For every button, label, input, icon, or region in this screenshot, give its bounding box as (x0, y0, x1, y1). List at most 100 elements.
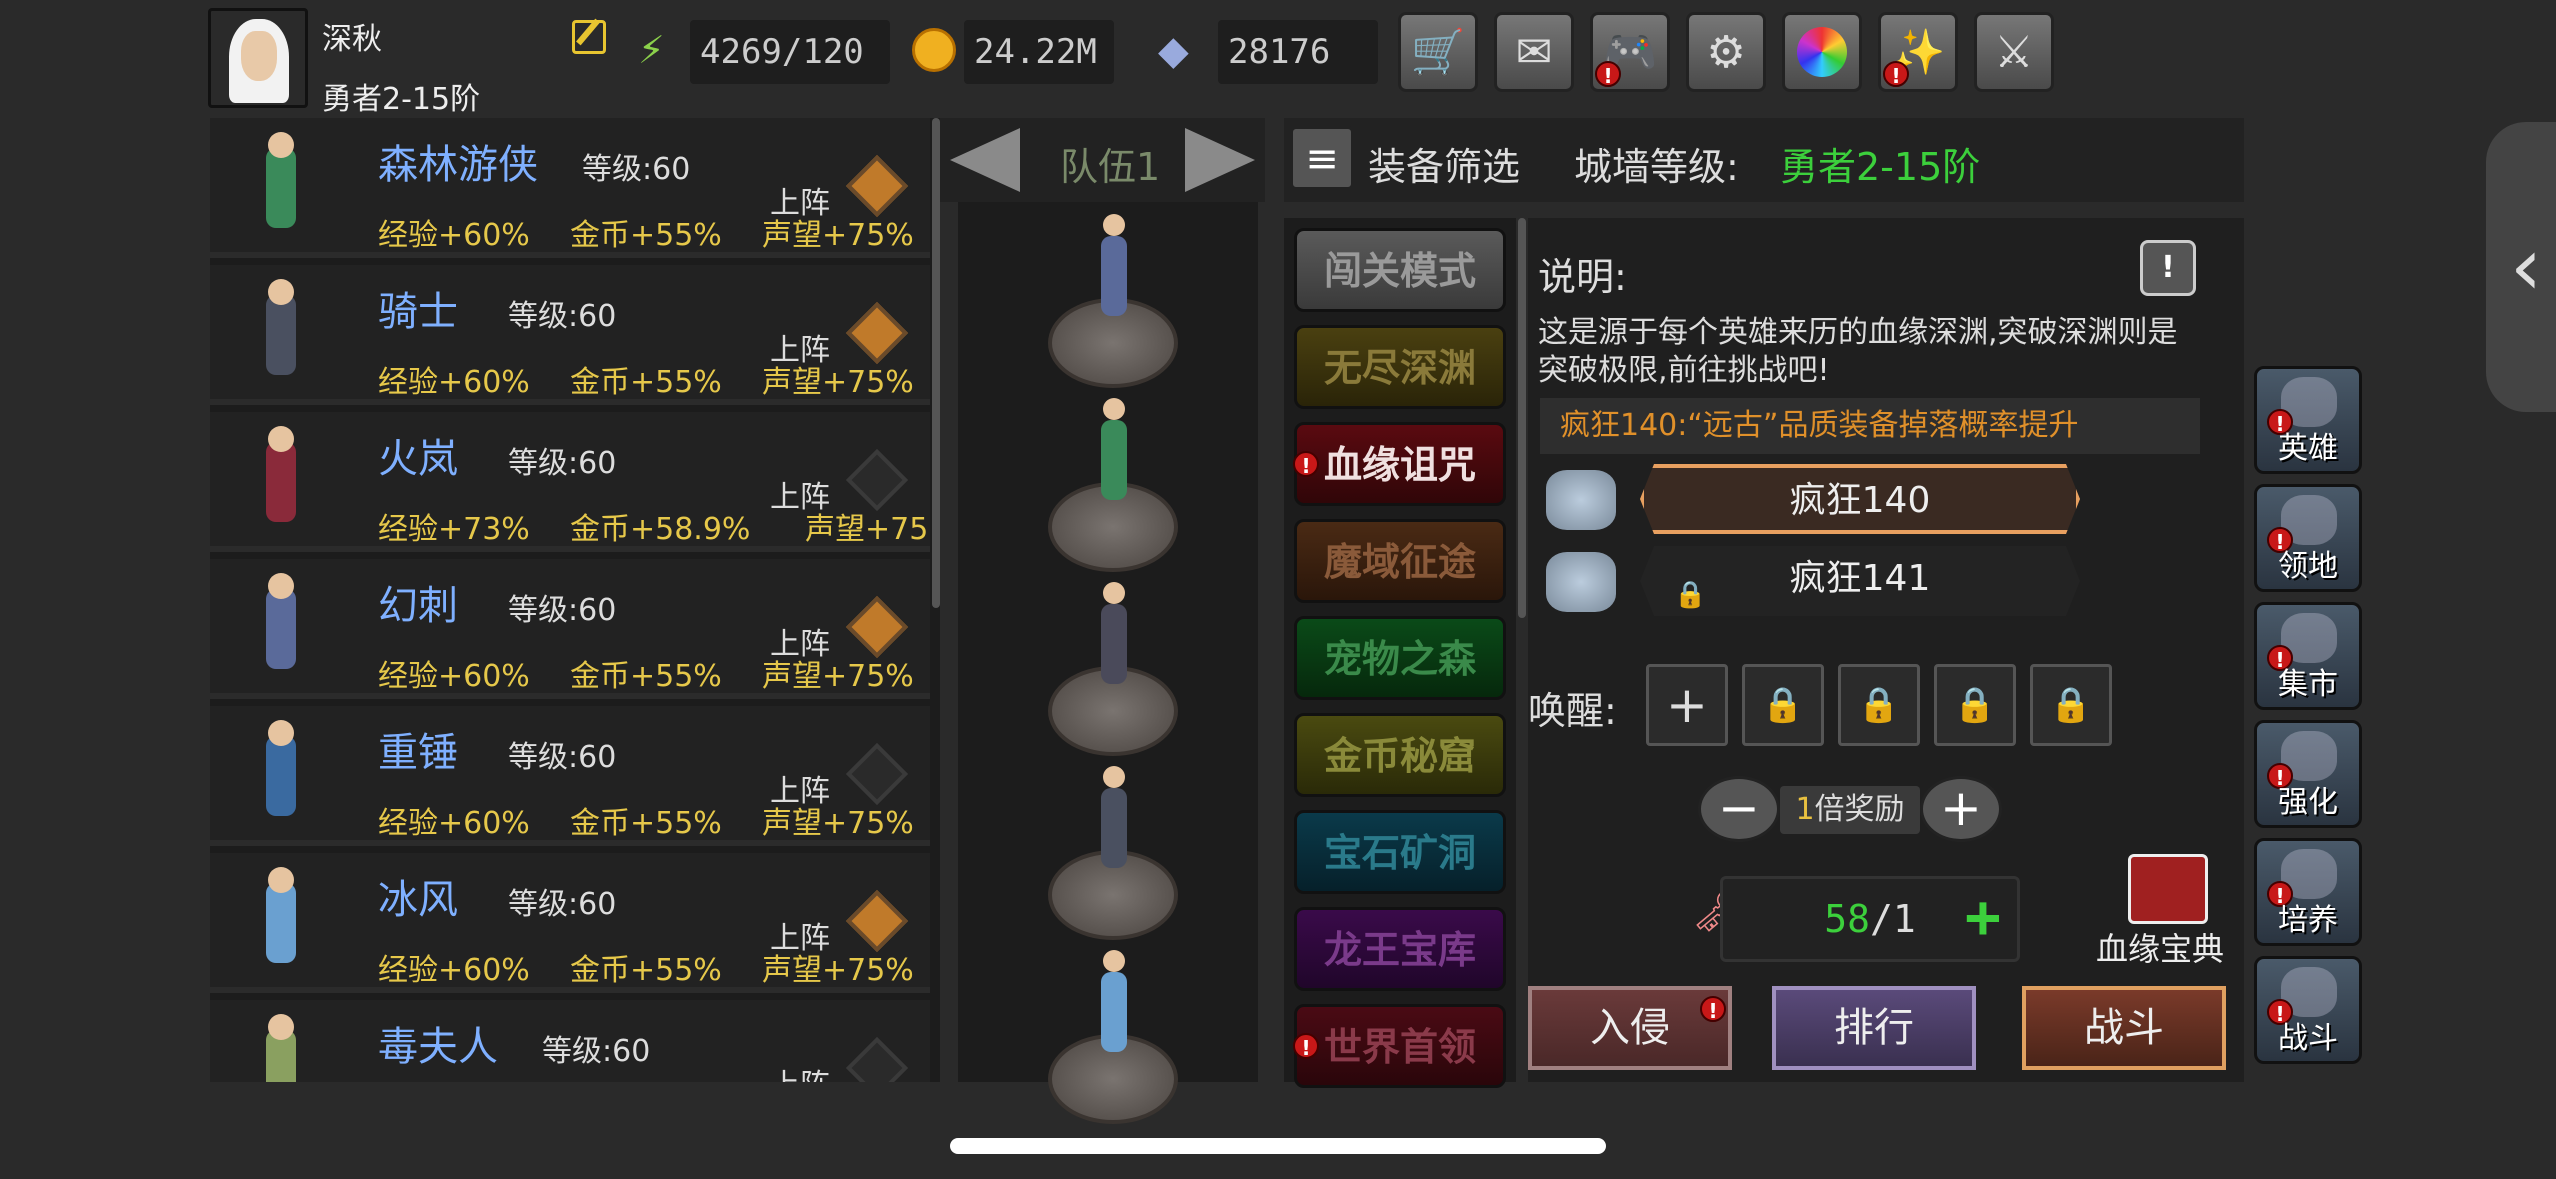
help-button[interactable]: ! (2140, 240, 2196, 296)
book-icon[interactable] (2128, 854, 2208, 924)
hero-row[interactable]: 森林游侠 等级:60 经验+60% 金币+55% 声望+75% 上阵 (210, 118, 930, 258)
deploy-toggle-icon[interactable] (845, 595, 909, 659)
side-nav-item[interactable]: ! 战斗 (2254, 956, 2362, 1064)
hero-level: 等级:60 (542, 1034, 651, 1069)
hero-gold-bonus: 金币+55% (570, 365, 722, 400)
side-nav-label: 领地 (2278, 549, 2338, 584)
awaken-label: 唤醒: (1528, 689, 1617, 733)
mode-tab-label: 魔域征途 (1323, 540, 1476, 584)
hero-row[interactable]: 重锤 等级:60 经验+60% 金币+55% 声望+75% 上阵 (210, 706, 930, 846)
hero-row[interactable]: 骑士 等级:60 经验+60% 金币+55% 声望+75% 上阵 (210, 265, 930, 405)
mode-list-scrollbar[interactable] (1518, 218, 1526, 618)
deploy-toggle-icon[interactable] (845, 889, 909, 953)
player-avatar[interactable] (208, 8, 308, 108)
side-nav-item[interactable]: ! 领地 (2254, 484, 2362, 592)
team-hero-sprite[interactable] (1083, 944, 1143, 1074)
hero-row[interactable]: 幻刺 等级:60 经验+60% 金币+55% 声望+75% 上阵 (210, 559, 930, 699)
hero-list[interactable]: 森林游侠 等级:60 经验+60% 金币+55% 声望+75% 上阵 骑士 等级… (210, 118, 940, 1082)
team-hero-sprite[interactable] (1083, 392, 1143, 522)
awaken-slot-locked[interactable]: 🔒 (2030, 664, 2112, 746)
edit-name-button[interactable] (572, 20, 606, 54)
menu-icon[interactable]: ≡ (1290, 126, 1354, 190)
invade-button[interactable]: 入侵! (1528, 986, 1732, 1070)
side-nav-item[interactable]: ! 集市 (2254, 602, 2362, 710)
team-hero-sprite[interactable] (1083, 576, 1143, 706)
awaken-slot-add[interactable]: + (1646, 664, 1728, 746)
hero-exp-bonus: 经验+73% (378, 512, 530, 547)
fight-button[interactable]: 战斗 (2022, 986, 2226, 1070)
mail-button[interactable]: ✉ (1494, 12, 1574, 92)
hero-sprite (226, 422, 336, 542)
settings-button[interactable]: ⚙ (1686, 12, 1766, 92)
equipment-filter-label[interactable]: 装备筛选 (1368, 136, 1520, 191)
gamepad-button[interactable]: 🎮! (1590, 12, 1670, 92)
lock-icon: 🔒 (1674, 580, 1707, 610)
hero-row[interactable]: 冰风 等级:60 经验+60% 金币+55% 声望+75% 上阵 (210, 853, 930, 993)
hero-list-scrollbar[interactable] (932, 118, 940, 608)
ranking-button[interactable]: 排行 (1772, 986, 1976, 1070)
team-prev-arrow-icon[interactable] (950, 128, 1020, 192)
hero-name: 幻刺 (378, 583, 458, 629)
mode-tab[interactable]: 金币秘窟 (1294, 713, 1506, 797)
awaken-slot-locked[interactable]: 🔒 (1934, 664, 2016, 746)
hero-name: 森林游侠 (378, 142, 538, 188)
gold-coin-icon (912, 28, 956, 72)
sparkle-button[interactable]: ✨! (1878, 12, 1958, 92)
reward-decrease-button[interactable]: − (1698, 776, 1780, 842)
mode-tab[interactable]: 魔域征途 (1294, 519, 1506, 603)
level-option-locked[interactable]: 🔒 疯狂141 (1640, 546, 2080, 616)
deploy-toggle-icon[interactable] (845, 742, 909, 806)
side-nav-label: 英雄 (2278, 431, 2338, 466)
mode-tab[interactable]: 宠物之森 (1294, 616, 1506, 700)
player-name: 深秋 (322, 22, 382, 57)
team-next-arrow-icon[interactable] (1185, 128, 1255, 192)
hero-exp-bonus: 经验+60% (378, 659, 530, 694)
hero-row[interactable]: 毒夫人 等级:60 上阵 (210, 1000, 930, 1082)
deploy-label: 上阵 (770, 333, 830, 368)
gear-icon: ⚙ (1706, 26, 1746, 78)
mode-tab[interactable]: 血缘诅咒! (1293, 422, 1506, 506)
reward-multiplier-text: 倍奖励 (1814, 792, 1905, 827)
deploy-toggle-icon[interactable] (845, 1036, 909, 1082)
home-indicator[interactable] (950, 1138, 1606, 1154)
hero-name: 火岚 (378, 436, 458, 482)
hero-exp-bonus: 经验+60% (378, 953, 530, 988)
reward-increase-button[interactable]: + (1920, 776, 2002, 842)
awaken-slot-locked[interactable]: 🔒 (1838, 664, 1920, 746)
bloodline-codex-label[interactable]: 血缘宝典 (2096, 924, 2224, 970)
mode-tab[interactable]: 世界首领! (1293, 1004, 1506, 1088)
hero-sprite (226, 863, 336, 983)
gold-value: 24.22M (964, 20, 1114, 84)
level-option-current[interactable]: 疯狂140 (1640, 464, 2080, 534)
hero-level: 等级:60 (508, 446, 617, 481)
deploy-toggle-icon[interactable] (845, 154, 909, 218)
bonus-banner: 疯狂140:“远古”品质装备掉落概率提升 (1540, 398, 2200, 454)
mode-tab[interactable]: 龙王宝库 (1294, 907, 1506, 991)
collapse-arrow-icon[interactable]: ‹ (2486, 122, 2556, 412)
hero-exp-bonus: 经验+60% (378, 806, 530, 841)
deploy-toggle-icon[interactable] (845, 301, 909, 365)
side-nav-label: 战斗 (2278, 1021, 2338, 1056)
team-hero-sprite[interactable] (1083, 760, 1143, 890)
mode-list: 闯关模式无尽深渊血缘诅咒! 魔域征途宠物之森金币秘窟宝石矿洞龙王宝库世界首领! (1284, 218, 1516, 1088)
mode-tab-label: 金币秘窟 (1323, 734, 1476, 778)
mode-tab[interactable]: 宝石矿洞 (1294, 810, 1506, 894)
team-hero-sprite[interactable] (1083, 208, 1143, 338)
color-wheel-button[interactable] (1782, 12, 1862, 92)
lock-icon: 🔒 (1857, 685, 1901, 725)
shop-cart-button[interactable]: 🛒 (1398, 12, 1478, 92)
side-nav-item[interactable]: ! 培养 (2254, 838, 2362, 946)
side-nav-item[interactable]: ! 强化 (2254, 720, 2362, 828)
fountain-icon (1546, 552, 1616, 612)
side-nav-item[interactable]: ! 英雄 (2254, 366, 2362, 474)
deploy-toggle-icon[interactable] (845, 448, 909, 512)
mode-tab[interactable]: 无尽深渊 (1294, 325, 1506, 409)
awaken-slot-locked[interactable]: 🔒 (1742, 664, 1824, 746)
add-attempts-button[interactable]: + (1965, 877, 2001, 957)
swords-button[interactable]: ⚔ (1974, 12, 2054, 92)
hero-row[interactable]: 火岚 等级:60 经验+73% 金币+58.9% 声望+75 上阵 (210, 412, 930, 552)
mode-tab[interactable]: 闯关模式 (1294, 228, 1506, 312)
mode-tab-label: 闯关模式 (1323, 249, 1476, 293)
side-nav-label: 集市 (2278, 667, 2338, 702)
team-header: 队伍1 (940, 118, 1265, 202)
